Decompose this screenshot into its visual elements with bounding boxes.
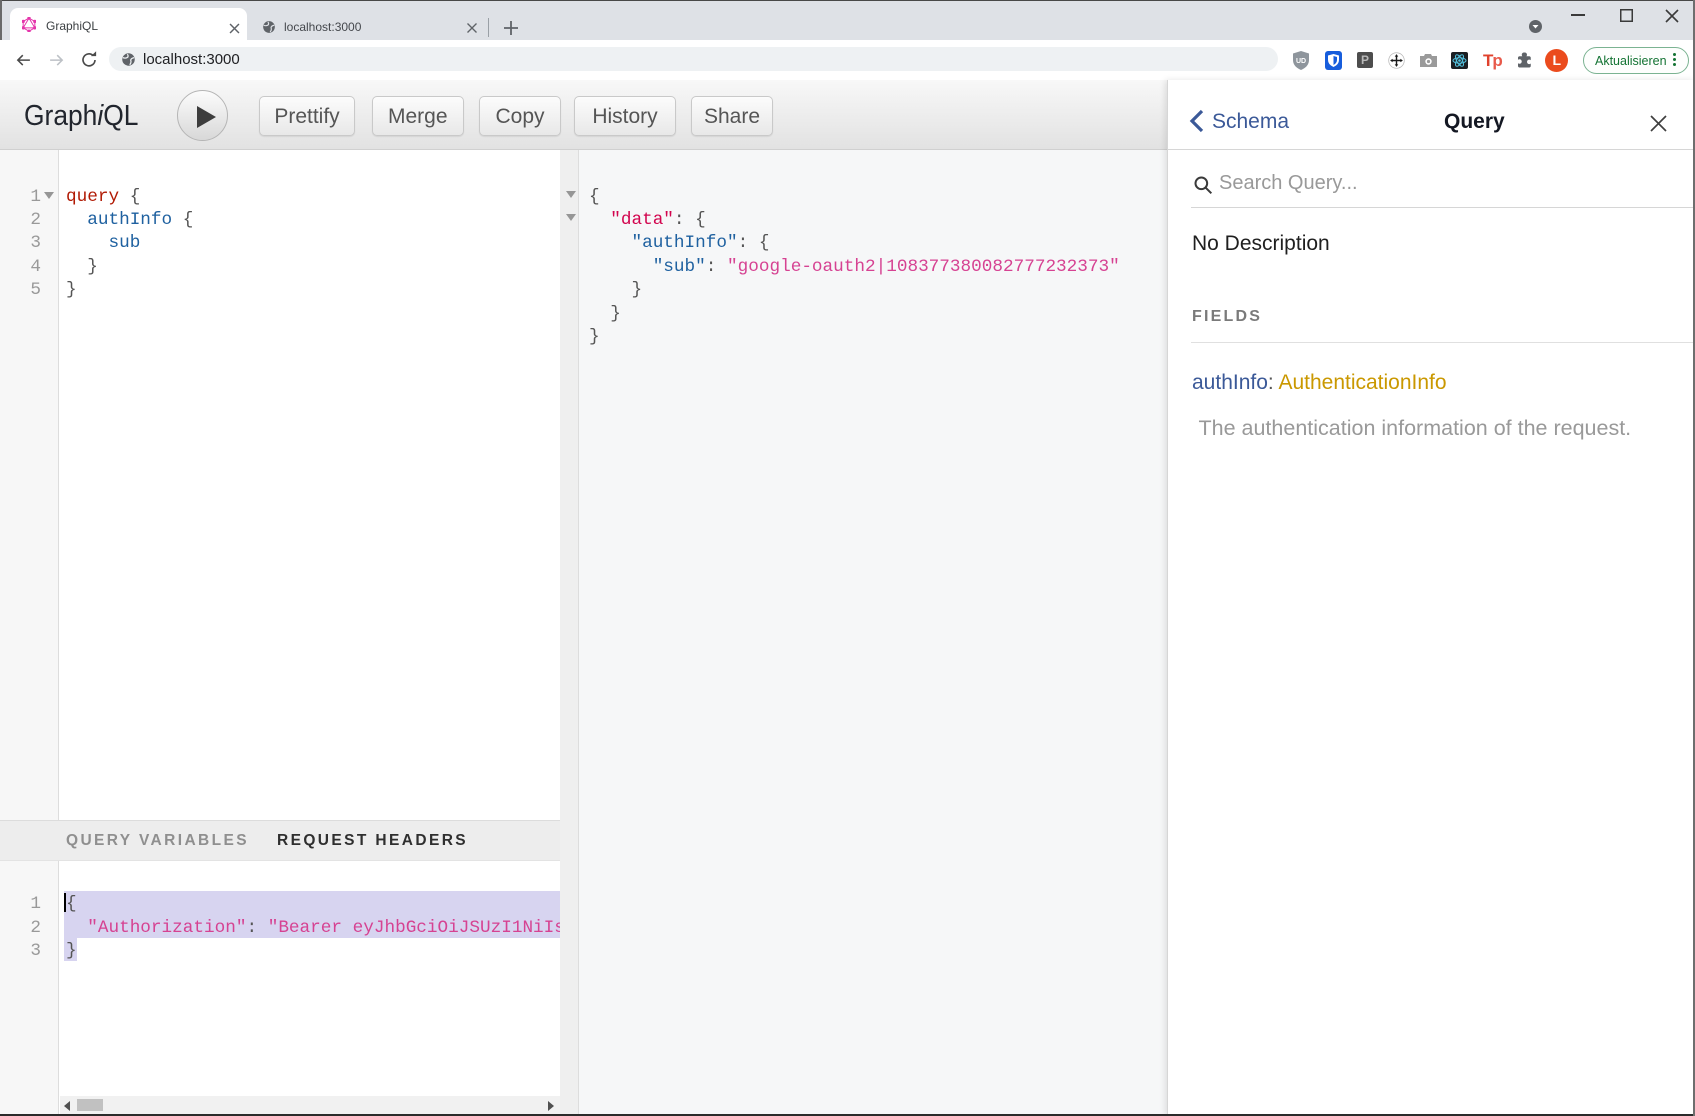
svg-text:UD: UD <box>1296 58 1306 65</box>
